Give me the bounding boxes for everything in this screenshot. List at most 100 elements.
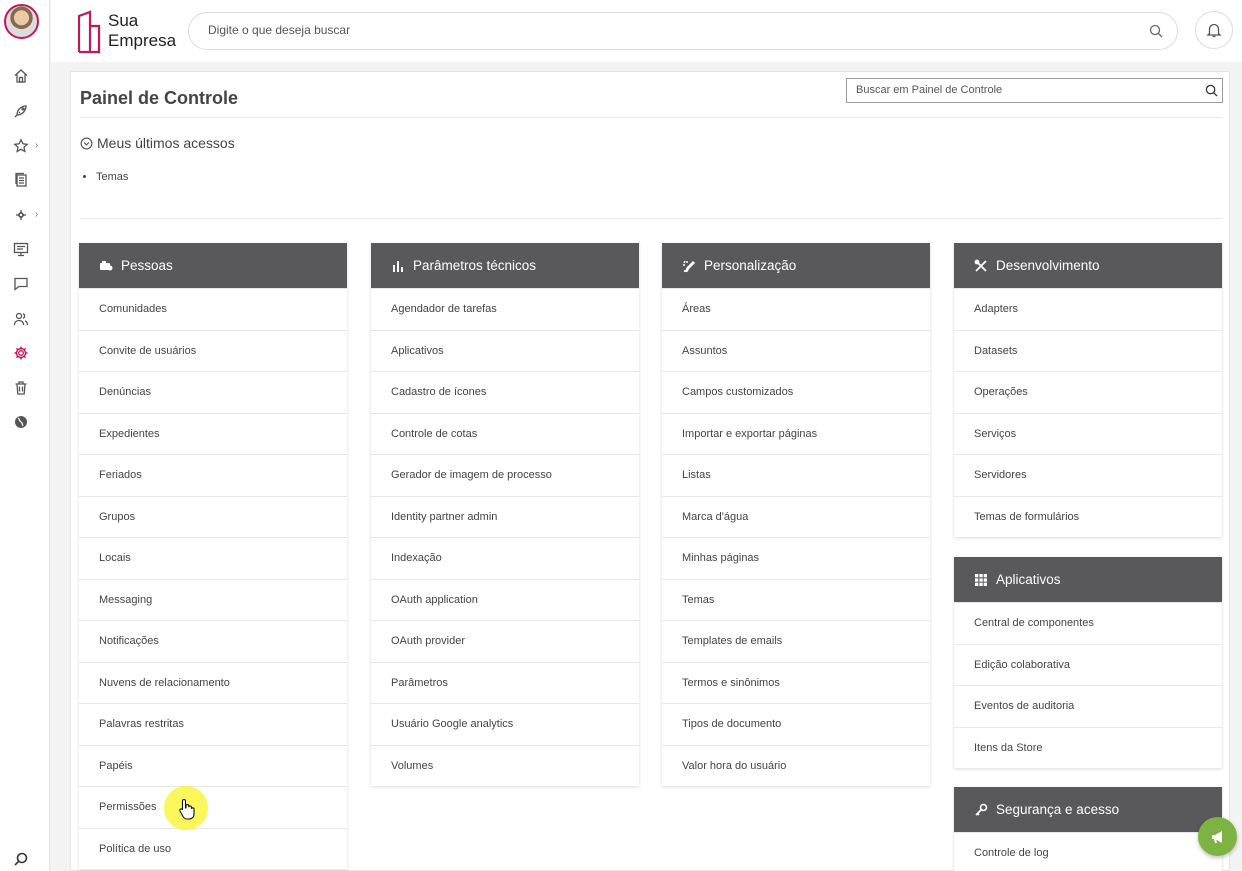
card-item[interactable]: Minhas páginas (662, 537, 930, 579)
card-item[interactable]: Volumes (371, 744, 639, 787)
panel-search-input[interactable] (856, 84, 1196, 96)
card-item[interactable]: Grupos (79, 495, 347, 538)
card-item[interactable]: Marca d'água (662, 495, 930, 538)
home-icon[interactable] (11, 66, 31, 86)
card-item[interactable]: Agendador de tarefas (371, 288, 639, 330)
card-item[interactable]: Controle de cotas (371, 412, 639, 455)
card-title: Pessoas (121, 258, 173, 273)
card-item[interactable]: Identity partner admin (371, 495, 639, 538)
card-item[interactable]: Convite de usuários (79, 329, 347, 372)
card-item[interactable]: Campos customizados (662, 371, 930, 413)
card-item[interactable]: Tipos de documento (662, 703, 930, 745)
card-item[interactable]: Parâmetros (371, 661, 639, 704)
card-item[interactable]: Indexação (371, 537, 639, 579)
search-icon[interactable] (1205, 84, 1218, 97)
card-item[interactable]: Temas (662, 578, 930, 621)
recent-accesses-label: Meus últimos acessos (97, 135, 235, 151)
logo[interactable]: Sua Empresa (75, 8, 185, 56)
card-pessoas: Pessoas Comunidades Convite de usuários … (79, 243, 347, 869)
card-item[interactable]: Gerador de imagem de processo (371, 454, 639, 496)
divider (80, 117, 1222, 118)
people-icon[interactable] (11, 309, 31, 329)
search-icon[interactable] (1149, 24, 1163, 38)
brush-icon (683, 260, 695, 272)
card-item[interactable]: Temas de formulários (954, 495, 1222, 538)
card-item[interactable]: Notificações (79, 620, 347, 662)
megaphone-icon (1211, 830, 1222, 843)
card-item[interactable]: Controle de log (954, 832, 1222, 871)
chevron-circle-icon[interactable] (80, 137, 93, 150)
left-rail: › › (0, 0, 50, 871)
logo-mark-icon (77, 10, 101, 54)
card-item[interactable]: Itens da Store (954, 726, 1222, 769)
card-item[interactable]: OAuth provider (371, 620, 639, 662)
chevron-right-icon[interactable]: › (35, 209, 38, 220)
card-header-desenvolvimento: Desenvolvimento (954, 243, 1222, 288)
card-item[interactable]: OAuth application (371, 578, 639, 621)
card-item[interactable]: Nuvens de relacionamento (79, 661, 347, 704)
top-bar: Sua Empresa (51, 0, 1242, 62)
global-search-input[interactable] (208, 23, 1108, 37)
rocket-icon[interactable] (11, 101, 31, 121)
globe-icon[interactable] (11, 412, 31, 432)
card-item[interactable]: Cadastro de ícones (371, 371, 639, 413)
card-title: Desenvolvimento (996, 258, 1100, 273)
card-header-parametros: Parâmetros técnicos (371, 243, 639, 288)
recent-list: Temas (96, 171, 128, 183)
card-item[interactable]: Eventos de auditoria (954, 685, 1222, 727)
card-item[interactable]: Feriados (79, 454, 347, 496)
card-item[interactable]: Messaging (79, 578, 347, 621)
card-item[interactable]: Expedientes (79, 412, 347, 455)
card-item[interactable]: Denúncias (79, 371, 347, 413)
card-title: Segurança e acesso (996, 802, 1120, 817)
chat-icon[interactable] (11, 274, 31, 294)
card-item[interactable]: Edição colaborativa (954, 643, 1222, 686)
card-item[interactable]: Usuário Google analytics (371, 703, 639, 745)
card-item[interactable]: Central de componentes (954, 602, 1222, 644)
avatar[interactable] (4, 4, 39, 39)
grid-icon (975, 573, 987, 586)
card-item[interactable]: Papéis (79, 744, 347, 787)
panel-search (846, 78, 1223, 103)
card-header-seguranca: Segurança e acesso (954, 787, 1222, 832)
documents-icon[interactable] (11, 170, 31, 190)
logo-line2: Empresa (108, 31, 177, 50)
hand-cursor-icon (179, 798, 195, 820)
recent-item[interactable]: Temas (96, 171, 128, 183)
recent-accesses-title: Meus últimos acessos (80, 135, 235, 151)
card-title: Personalização (704, 258, 797, 273)
card-parametros-tecnicos: Parâmetros técnicos Agendador de tarefas… (371, 243, 639, 786)
feedback-fab[interactable] (1198, 817, 1237, 856)
notifications-button[interactable] (1195, 11, 1233, 49)
bell-icon (1206, 23, 1222, 38)
search-bottom-icon[interactable] (11, 849, 31, 869)
star-icon[interactable] (11, 136, 31, 156)
card-item[interactable]: Política de uso (79, 827, 347, 870)
gear-icon[interactable] (11, 343, 31, 363)
card-item[interactable]: Palavras restritas (79, 703, 347, 745)
card-item[interactable]: Assuntos (662, 329, 930, 372)
card-item[interactable]: Datasets (954, 329, 1222, 372)
card-item[interactable]: Adapters (954, 288, 1222, 330)
card-item[interactable]: Áreas (662, 288, 930, 330)
logo-line1: Sua (108, 11, 139, 30)
card-item[interactable]: Serviços (954, 412, 1222, 455)
card-item[interactable]: Servidores (954, 454, 1222, 496)
card-item[interactable]: Listas (662, 454, 930, 496)
monitor-icon[interactable] (11, 239, 31, 259)
card-item[interactable]: Templates de emails (662, 620, 930, 662)
card-item[interactable]: Permissões (79, 786, 347, 828)
workflow-icon[interactable] (11, 205, 31, 225)
chevron-right-icon[interactable]: › (35, 140, 38, 151)
card-item[interactable]: Termos e sinônimos (662, 661, 930, 704)
card-item[interactable]: Aplicativos (371, 329, 639, 372)
divider (80, 218, 1222, 219)
card-item[interactable]: Valor hora do usuário (662, 744, 930, 787)
card-title: Aplicativos (996, 572, 1061, 587)
trash-icon[interactable] (11, 378, 31, 398)
card-desenvolvimento: Desenvolvimento Adapters Datasets Operaç… (954, 243, 1222, 537)
card-item[interactable]: Comunidades (79, 288, 347, 330)
card-item[interactable]: Importar e exportar páginas (662, 412, 930, 455)
card-item[interactable]: Operações (954, 371, 1222, 413)
card-item[interactable]: Locais (79, 537, 347, 579)
